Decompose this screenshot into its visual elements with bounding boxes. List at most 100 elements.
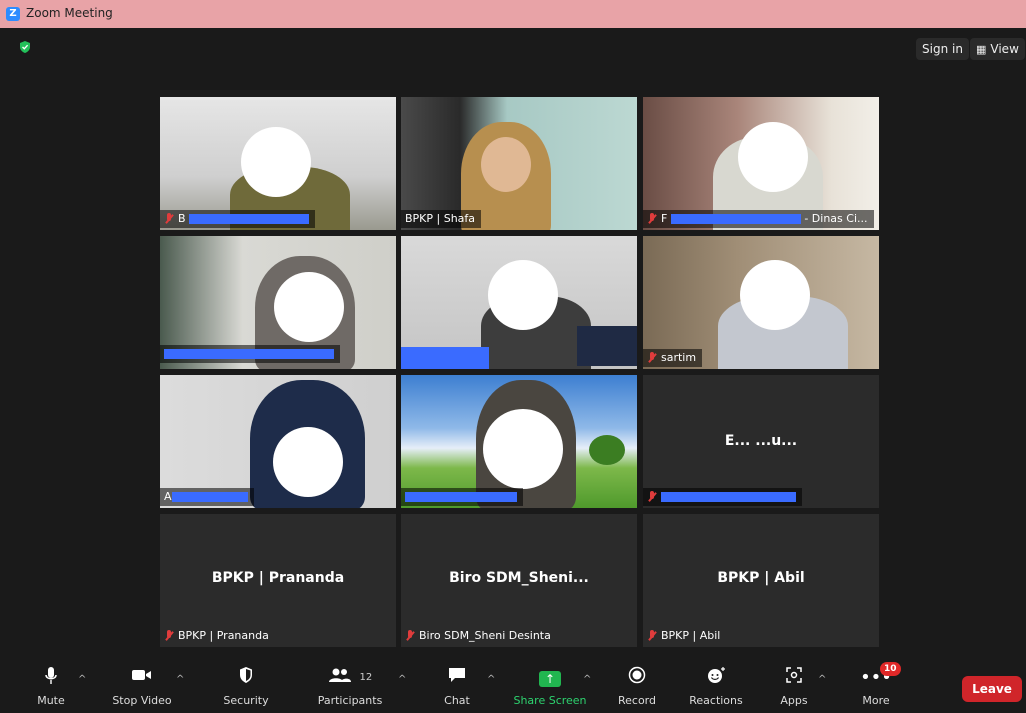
- video-tile[interactable]: B: [160, 97, 396, 230]
- apps-icon: [776, 666, 812, 690]
- redaction-bar: [189, 214, 310, 224]
- stop-video-label: Stop Video: [112, 694, 172, 707]
- mic-muted-icon: [647, 491, 657, 503]
- redaction-bar: [401, 347, 489, 369]
- virtual-background-caption: [577, 326, 637, 366]
- chat-button[interactable]: Chat: [440, 666, 474, 707]
- microphone-icon: [34, 666, 68, 690]
- redaction-bar: [661, 492, 796, 502]
- participant-name: BPKP | Prananda: [178, 629, 269, 642]
- video-tile[interactable]: A: [160, 375, 396, 508]
- more-ellipsis-icon: ••• 10: [858, 662, 901, 690]
- video-tile-off[interactable]: E... ...u...: [643, 375, 879, 508]
- share-options-chevron-icon[interactable]: ^: [583, 674, 591, 685]
- redaction-bar: [164, 349, 334, 359]
- share-screen-label: Share Screen: [513, 694, 587, 707]
- face-blur: [273, 427, 343, 497]
- participant-name-bar: BPKP | Prananda: [160, 627, 275, 645]
- record-button[interactable]: Record: [616, 666, 658, 707]
- video-tile-off[interactable]: Biro SDM_Sheni... Biro SDM_Sheni Desinta: [401, 514, 637, 647]
- participant-name: Biro SDM_Sheni Desinta: [419, 629, 551, 642]
- face-blur: [241, 127, 311, 197]
- record-icon: [616, 666, 658, 690]
- stop-video-button[interactable]: Stop Video: [110, 666, 174, 707]
- face-blur: [740, 260, 810, 330]
- mic-muted-icon: [647, 352, 657, 364]
- audio-options-chevron-icon[interactable]: ^: [78, 674, 86, 685]
- video-tile[interactable]: BPKP | Shafa: [401, 97, 637, 230]
- apps-options-chevron-icon[interactable]: ^: [818, 674, 826, 685]
- video-tile[interactable]: F - Dinas Ci...: [643, 97, 879, 230]
- participant-name-bar: A: [160, 488, 254, 506]
- participants-count: 12: [359, 672, 373, 683]
- video-tile[interactable]: [401, 236, 637, 369]
- mute-button[interactable]: Mute: [34, 666, 68, 707]
- video-options-chevron-icon[interactable]: ^: [176, 674, 184, 685]
- participant-name-suffix: - Dinas Ci...: [804, 212, 868, 225]
- participant-name-bar: [643, 488, 802, 506]
- more-label: More: [862, 694, 890, 707]
- participants-options-chevron-icon[interactable]: ^: [398, 674, 406, 685]
- mic-muted-icon: [647, 630, 657, 642]
- participant-name-bar: [401, 347, 489, 369]
- participant-face: [481, 137, 531, 192]
- leave-button[interactable]: Leave: [962, 676, 1022, 702]
- video-tile[interactable]: [401, 375, 637, 508]
- redaction-bar: [405, 492, 517, 502]
- participant-name-bar: BPKP | Abil: [643, 627, 726, 645]
- participants-button[interactable]: 12 Participants: [316, 666, 384, 707]
- video-tile-active-speaker[interactable]: [160, 236, 396, 369]
- face-blur: [274, 272, 344, 342]
- participant-name: F: [661, 212, 668, 225]
- view-button[interactable]: ▦ View: [970, 38, 1025, 60]
- mic-muted-icon: [405, 630, 415, 642]
- participant-name: BPKP | Abil: [661, 629, 721, 642]
- tree-decoration: [589, 435, 625, 465]
- more-notification-badge: 10: [880, 662, 901, 676]
- participant-name-bar: Biro SDM_Sheni Desinta: [401, 627, 557, 645]
- encryption-shield-icon[interactable]: [18, 40, 32, 54]
- participant-name-bar: [401, 488, 523, 506]
- video-tile[interactable]: sartim: [643, 236, 879, 369]
- face-blur: [738, 122, 808, 192]
- participant-display-name: E... ...u...: [724, 433, 798, 449]
- sign-in-button[interactable]: Sign in: [916, 38, 969, 60]
- mic-muted-icon: [647, 213, 657, 225]
- apps-button[interactable]: Apps: [776, 666, 812, 707]
- participants-label: Participants: [317, 694, 383, 707]
- video-tile-off[interactable]: BPKP | Pranan­da BPKP | Prananda: [160, 514, 396, 647]
- chat-label: Chat: [444, 694, 470, 707]
- window-titlebar: Z Zoom Meeting: [0, 0, 1026, 28]
- participant-name: A: [164, 490, 172, 503]
- share-screen-icon: ↑: [512, 666, 588, 690]
- chat-bubble-icon: [440, 666, 474, 690]
- record-label: Record: [617, 694, 656, 707]
- security-button[interactable]: Security: [222, 666, 270, 707]
- participant-name-bar: [160, 345, 340, 363]
- apps-label: Apps: [780, 694, 808, 707]
- share-screen-button[interactable]: ↑ Share Screen: [512, 666, 588, 707]
- more-button[interactable]: ••• 10 More: [858, 662, 901, 707]
- redaction-bar: [171, 492, 248, 502]
- participant-name-bar: B: [160, 210, 316, 228]
- reactions-button[interactable]: Reactions: [688, 666, 744, 707]
- redaction-bar: [670, 214, 801, 224]
- participant-name-bar: BPKP | Shafa: [401, 210, 482, 228]
- zoom-logo-icon: Z: [6, 7, 20, 21]
- meeting-topbar: Sign in ▦ View: [0, 28, 1026, 68]
- security-shield-icon: [222, 666, 270, 690]
- meeting-controls-toolbar: Mute ^ Stop Video ^ Security 12 Particip…: [0, 662, 1026, 713]
- participant-name: BPKP | Shafa: [405, 212, 476, 225]
- reactions-smiley-icon: [688, 666, 744, 690]
- mic-muted-icon: [164, 630, 174, 642]
- chat-options-chevron-icon[interactable]: ^: [487, 674, 495, 685]
- grid-view-icon: ▦: [976, 43, 987, 56]
- video-tile-off[interactable]: BPKP | Abil BPKP | Abil: [643, 514, 879, 647]
- video-camera-icon: [110, 666, 174, 690]
- participants-icon: 12: [316, 666, 384, 690]
- security-label: Security: [223, 694, 269, 707]
- participant-name: sartim: [661, 351, 697, 364]
- participant-name: B: [178, 212, 186, 225]
- participant-display-name: BPKP | Pranan­da: [211, 570, 345, 586]
- participant-name-bar: sartim: [643, 349, 703, 367]
